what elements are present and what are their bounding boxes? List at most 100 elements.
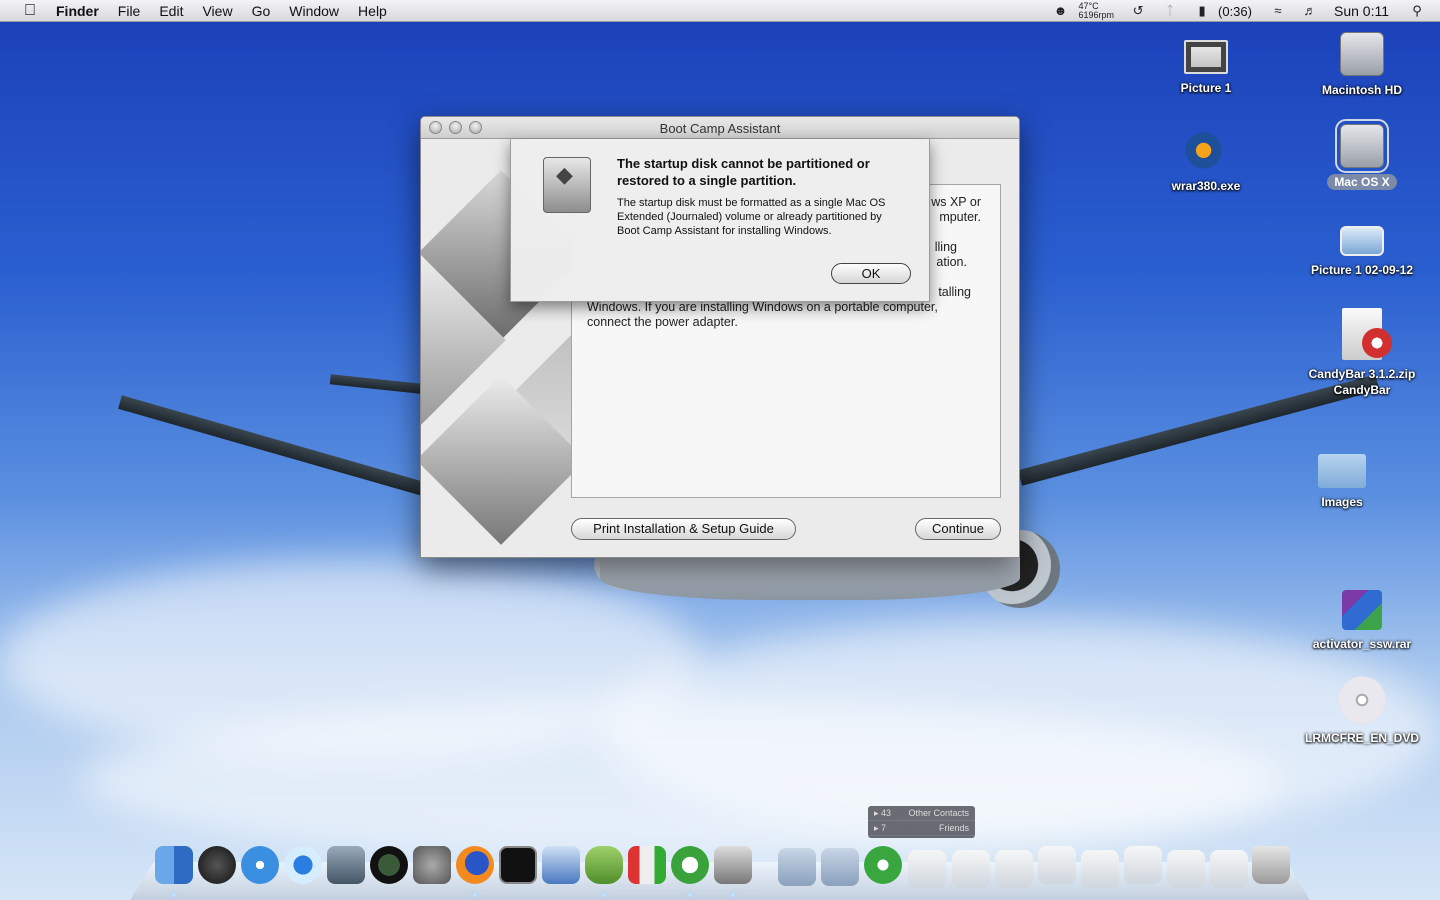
- desktop-icon-label: Picture 1 02-09-12: [1310, 263, 1414, 277]
- minimized-window-icon[interactable]: [1210, 850, 1248, 888]
- application-exe-icon: [1182, 124, 1230, 172]
- desktop-icon-wrar380[interactable]: wrar380.exe: [1141, 124, 1271, 194]
- group-label: Friends: [938, 823, 969, 833]
- ftp-client-dock-icon[interactable]: [542, 846, 580, 884]
- desktop-icon-label: LRMCFRE_EN_DVD: [1304, 731, 1419, 745]
- continue-button[interactable]: Continue: [915, 518, 1001, 540]
- menu-file[interactable]: File: [118, 3, 141, 19]
- group-count: 43: [881, 808, 892, 818]
- battery-icon[interactable]: ▮: [1193, 4, 1211, 18]
- menu-bar:  Finder File Edit View Go Window Help ☻…: [0, 0, 1440, 22]
- desktop-icon-candybar-zip[interactable]: CandyBar 3.1.2.zip CandyBar: [1297, 308, 1427, 398]
- error-alert-sheet: The startup disk cannot be partitioned o…: [510, 139, 930, 302]
- minimized-window-icon[interactable]: [1167, 850, 1205, 888]
- system-preferences-dock-icon[interactable]: [413, 846, 451, 884]
- window-titlebar[interactable]: Boot Camp Assistant: [421, 117, 1019, 139]
- running-indicator: [731, 893, 735, 897]
- minimized-window-icon[interactable]: [908, 850, 946, 888]
- minimized-window-icon[interactable]: [1038, 846, 1076, 884]
- spotlight-icon[interactable]: ⚲: [1408, 4, 1426, 18]
- running-indicator: [172, 893, 176, 897]
- menu-help[interactable]: Help: [358, 3, 387, 19]
- apple-icon[interactable]: : [20, 2, 40, 19]
- fan-speed-value: 6196rpm: [1078, 10, 1115, 20]
- menu-window[interactable]: Window: [289, 3, 339, 19]
- wifi-icon[interactable]: ≈: [1269, 4, 1287, 18]
- desktop-icon-mac-os-x[interactable]: Mac OS X: [1297, 119, 1427, 190]
- volume-icon[interactable]: ♬: [1301, 4, 1319, 18]
- desktop-icon-label: CandyBar: [1333, 383, 1391, 397]
- contacts-group-other[interactable]: ▸ 43 Other Contacts: [868, 806, 975, 821]
- itunes-dock-icon[interactable]: [284, 846, 322, 884]
- desktop-icon-lrmcfre-dvd[interactable]: LRMCFRE_EN_DVD: [1297, 676, 1427, 746]
- desktop-icon-images[interactable]: Images: [1277, 444, 1407, 510]
- zip-archive-icon: [1342, 308, 1392, 360]
- menu-extras: ☻ 47°C 6196rpm ↺ ᛏ ▮ (0:36) ≈ ♬ Sun 0:11…: [1044, 0, 1440, 22]
- safari-dock-icon[interactable]: [241, 846, 279, 884]
- contacts-widget: ▸ 43 Other Contacts ▸ 7 Friends: [868, 806, 975, 838]
- menu-finder[interactable]: Finder: [56, 3, 99, 19]
- desktop-icon-label: CandyBar 3.1.2.zip: [1308, 367, 1416, 381]
- group-label: Other Contacts: [908, 808, 969, 818]
- desktop-icon-label: activator_ssw.rar: [1312, 637, 1412, 651]
- group-count: 7: [881, 823, 887, 833]
- sync-dock-icon[interactable]: [864, 846, 902, 884]
- minimized-window-icon[interactable]: [952, 850, 990, 888]
- battery-time[interactable]: (0:36): [1218, 4, 1252, 19]
- menu-go[interactable]: Go: [252, 3, 271, 19]
- firefox-dock-icon[interactable]: [456, 846, 494, 884]
- desktop-icon-activator-rar[interactable]: activator_ssw.rar: [1297, 584, 1427, 652]
- desktop-icon-label: Images: [1321, 495, 1363, 509]
- bluetooth-icon[interactable]: ᛏ: [1161, 4, 1179, 18]
- picture-file-icon: [1340, 226, 1384, 256]
- trash-icon[interactable]: [1252, 846, 1290, 884]
- temperature-fan-icon[interactable]: ☻: [1051, 4, 1069, 18]
- menu-clock[interactable]: Sun 0:11: [1334, 3, 1389, 19]
- documents-stack-icon[interactable]: [821, 848, 859, 886]
- ok-button[interactable]: OK: [831, 263, 911, 284]
- expand-triangle-icon: ▸ 7: [874, 823, 887, 833]
- contacts-group-friends[interactable]: ▸ 7 Friends: [868, 821, 975, 836]
- alert-message: The startup disk must be formatted as a …: [617, 197, 886, 237]
- folder-icon: [1318, 454, 1366, 488]
- menu-view[interactable]: View: [202, 3, 232, 19]
- spaces-dock-icon[interactable]: [327, 846, 365, 884]
- desktop-icon-picture-1[interactable]: Picture 1: [1141, 32, 1271, 96]
- rar-archive-icon: [1342, 590, 1382, 630]
- boot-camp-disk-icon: [543, 157, 591, 213]
- time-machine-dock-icon[interactable]: [370, 846, 408, 884]
- desktop-icon-label: Macintosh HD: [1321, 83, 1402, 97]
- dashboard-dock-icon[interactable]: [198, 846, 236, 884]
- adium-dock-icon[interactable]: [585, 846, 623, 884]
- expand-triangle-icon: ▸ 43: [874, 808, 892, 818]
- utorrent-dock-icon[interactable]: [671, 846, 709, 884]
- time-machine-icon[interactable]: ↺: [1129, 4, 1147, 18]
- dvd-disc-icon: [1338, 676, 1386, 724]
- hard-disk-icon: [1335, 119, 1389, 173]
- applications-stack-icon[interactable]: [778, 848, 816, 886]
- hard-disk-icon: [1340, 32, 1384, 76]
- desktop-icon-label: Picture 1: [1180, 81, 1232, 95]
- intro-text-line: Windows. If you are installing Windows o…: [587, 300, 938, 314]
- temperature-readout[interactable]: 47°C 6196rpm: [1078, 2, 1114, 20]
- minimized-window-icon[interactable]: [995, 850, 1033, 888]
- desktop-icon-picture-1-02-09-12[interactable]: Picture 1 02-09-12: [1297, 216, 1427, 278]
- desktop-icon-macintosh-hd[interactable]: Macintosh HD: [1297, 32, 1427, 98]
- minimized-window-icon[interactable]: [1081, 850, 1119, 888]
- running-indicator: [602, 893, 606, 897]
- minimized-window-icon[interactable]: [1124, 846, 1162, 884]
- desktop-icon-label: wrar380.exe: [1171, 179, 1241, 193]
- intro-text-line: connect the power adapter.: [587, 315, 738, 329]
- alert-heading: The startup disk cannot be partitioned o…: [617, 156, 870, 188]
- running-indicator: [473, 893, 477, 897]
- finder-dock-icon[interactable]: [155, 846, 193, 884]
- photo-app-dock-icon[interactable]: [628, 846, 666, 884]
- menu-edit[interactable]: Edit: [159, 3, 183, 19]
- print-guide-button[interactable]: Print Installation & Setup Guide: [571, 518, 796, 540]
- activity-monitor-dock-icon[interactable]: [499, 846, 537, 884]
- screenshot-file-icon: [1184, 40, 1228, 74]
- running-indicator: [688, 893, 692, 897]
- window-title: Boot Camp Assistant: [659, 121, 781, 136]
- boot-camp-dock-icon[interactable]: [714, 846, 752, 884]
- desktop-icon-label: Mac OS X: [1327, 174, 1397, 190]
